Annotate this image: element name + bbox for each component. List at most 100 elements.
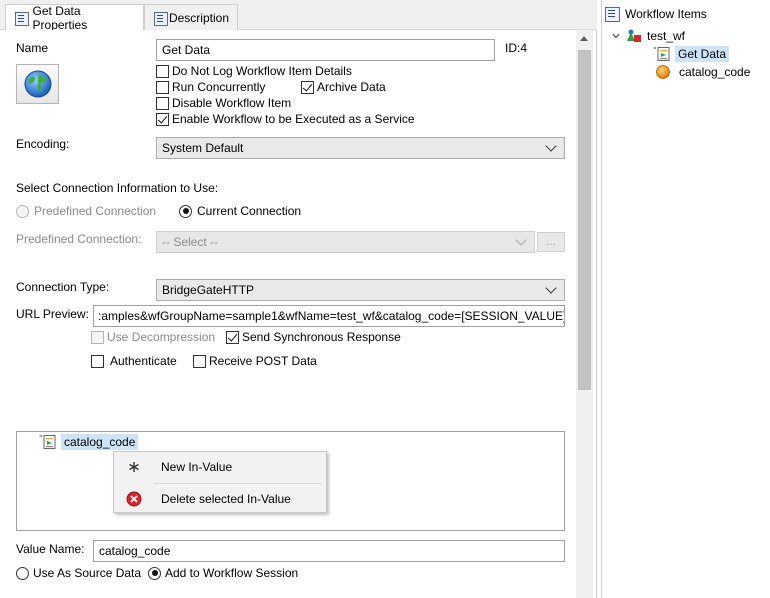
do-not-log-checkbox[interactable]: Do Not Log Workflow Item Details <box>156 64 352 78</box>
radio-circle[interactable] <box>16 566 29 580</box>
tree-item-get-data[interactable]: " Get Data <box>653 46 730 62</box>
checkbox-label: Run Concurrently <box>172 80 266 94</box>
use-as-source-radio[interactable]: Use As Source Data <box>16 566 141 580</box>
authenticate-checkbox[interactable]: Authenticate <box>91 354 177 368</box>
session-value-icon <box>656 65 670 79</box>
tree-item-label: Get Data <box>675 46 730 62</box>
scroll-up-icon[interactable] <box>580 36 588 41</box>
tab-bar: Get Data Properties Description <box>0 0 597 32</box>
checkbox-box[interactable] <box>156 80 169 94</box>
panel-title: Workflow Items <box>625 7 707 21</box>
radio-circle[interactable] <box>148 566 161 580</box>
workflow-icon <box>627 29 641 42</box>
current-connection-radio[interactable]: Current Connection <box>179 204 301 218</box>
value-name-label: Value Name: <box>16 542 85 556</box>
checkbox-label: Authenticate <box>110 354 177 368</box>
radio-circle[interactable] <box>179 204 192 218</box>
archive-data-checkbox[interactable]: Archive Data <box>301 80 386 94</box>
tree-item-test-wf[interactable]: test_wf <box>611 28 685 44</box>
tab-get-data-properties[interactable]: Get Data Properties <box>5 4 144 32</box>
svg-text:": " <box>653 46 657 55</box>
checkbox-label: Do Not Log Workflow Item Details <box>172 64 352 78</box>
checkbox-box[interactable] <box>91 354 104 368</box>
tab-label: Get Data Properties <box>32 4 88 32</box>
svg-text:": " <box>39 434 43 443</box>
checkbox-box[interactable] <box>193 354 206 368</box>
checkbox-label: Enable Workflow to be Executed as a Serv… <box>172 112 415 126</box>
menu-item-label: New In-Value <box>161 460 233 474</box>
menu-separator <box>154 483 322 484</box>
menu-item-label: Delete selected In-Value <box>161 492 291 506</box>
radio-label: Current Connection <box>197 204 302 218</box>
name-input[interactable]: Get Data <box>156 39 495 61</box>
checkbox-label: Archive Data <box>317 80 386 94</box>
list-item[interactable]: " catalog_code <box>39 434 139 450</box>
menu-item-delete-in-value[interactable]: Delete selected In-Value <box>114 485 326 513</box>
workflow-items-icon <box>604 7 620 22</box>
asterisk-icon <box>114 461 154 473</box>
delete-icon <box>114 491 154 507</box>
description-icon <box>153 11 168 26</box>
name-label: Name <box>16 41 49 55</box>
properties-icon <box>14 11 29 26</box>
checkbox-box[interactable] <box>156 96 169 110</box>
connection-type-value: BridgeGateHTTP <box>162 283 255 297</box>
workflow-items-panel: Workflow Items test_wf " Get Data catalo… <box>601 0 770 598</box>
add-to-session-radio[interactable]: Add to Workflow Session <box>148 566 298 580</box>
id-label: ID:4 <box>505 41 528 55</box>
chevron-down-icon <box>515 234 527 246</box>
tree-item-label: catalog_code <box>679 65 751 79</box>
scroll-thumb[interactable] <box>578 50 591 390</box>
predefined-connection-value: -- Select -- <box>162 235 219 249</box>
receive-post-checkbox[interactable]: Receive POST Data <box>193 354 317 368</box>
radio-circle[interactable] <box>16 204 29 218</box>
tree-item-label: test_wf <box>647 29 686 43</box>
predefined-connection-radio[interactable]: Predefined Connection <box>16 204 156 218</box>
value-name-input[interactable]: catalog_code <box>93 540 565 562</box>
connection-type-select[interactable]: BridgeGateHTTP <box>156 279 565 301</box>
checkbox-label: Send Synchronous Response <box>242 330 401 344</box>
workflow-items-header: Workflow Items <box>602 4 707 24</box>
disable-item-checkbox[interactable]: Disable Workflow Item <box>156 96 291 110</box>
globe-icon <box>24 70 51 98</box>
predefined-connection-select[interactable]: -- Select -- <box>156 231 535 253</box>
checkbox-label: Receive POST Data <box>209 354 317 368</box>
context-menu: New In-Value Delete selected In-Value <box>113 451 327 513</box>
encoding-label: Encoding: <box>16 137 70 151</box>
connection-type-label: Connection Type: <box>16 280 110 294</box>
radio-label: Use As Source Data <box>33 566 142 580</box>
send-sync-response-checkbox[interactable]: Send Synchronous Response <box>226 330 401 344</box>
encoding-select[interactable]: System Default <box>156 137 565 159</box>
tab-label: Description <box>168 10 229 25</box>
browse-connection-button[interactable]: ... <box>537 232 565 252</box>
checkbox-box[interactable] <box>156 64 169 78</box>
checkbox-box[interactable] <box>156 112 169 126</box>
use-decompression-checkbox[interactable]: Use Decompression <box>91 330 215 344</box>
radio-label: Add to Workflow Session <box>165 566 299 580</box>
url-preview-label: URL Preview: <box>16 307 89 321</box>
tree-item-catalog-code[interactable]: catalog_code <box>655 64 750 80</box>
connection-info-label: Select Connection Information to Use: <box>16 181 219 195</box>
checkbox-label: Use Decompression <box>107 330 216 344</box>
item-icon-button[interactable] <box>16 64 59 104</box>
checkbox-box[interactable] <box>226 330 239 344</box>
radio-label: Predefined Connection <box>34 204 157 218</box>
chevron-down-icon <box>545 282 557 294</box>
checkbox-box[interactable] <box>91 330 104 344</box>
get-data-icon: " <box>653 46 670 61</box>
vertical-scrollbar[interactable] <box>576 30 593 598</box>
chevron-down-icon <box>545 140 557 152</box>
menu-item-new-in-value[interactable]: New In-Value <box>114 453 326 481</box>
encoding-value: System Default <box>162 141 244 155</box>
in-value-icon: " <box>39 434 56 449</box>
in-value-label: catalog_code <box>61 434 139 450</box>
properties-panel: Name Get Data ID:4 Do Not Log Workflow I… <box>0 30 597 598</box>
chevron-down-icon[interactable] <box>611 31 621 41</box>
checkbox-box[interactable] <box>301 80 314 94</box>
predefined-connection-label: Predefined Connection: <box>16 232 142 246</box>
url-preview-field[interactable]: :amples&wfGroupName=sample1&wfName=test_… <box>93 305 565 327</box>
tab-description[interactable]: Description <box>144 4 238 30</box>
checkbox-label: Disable Workflow Item <box>172 96 292 110</box>
enable-service-checkbox[interactable]: Enable Workflow to be Executed as a Serv… <box>156 112 415 126</box>
run-concurrently-checkbox[interactable]: Run Concurrently <box>156 80 265 94</box>
